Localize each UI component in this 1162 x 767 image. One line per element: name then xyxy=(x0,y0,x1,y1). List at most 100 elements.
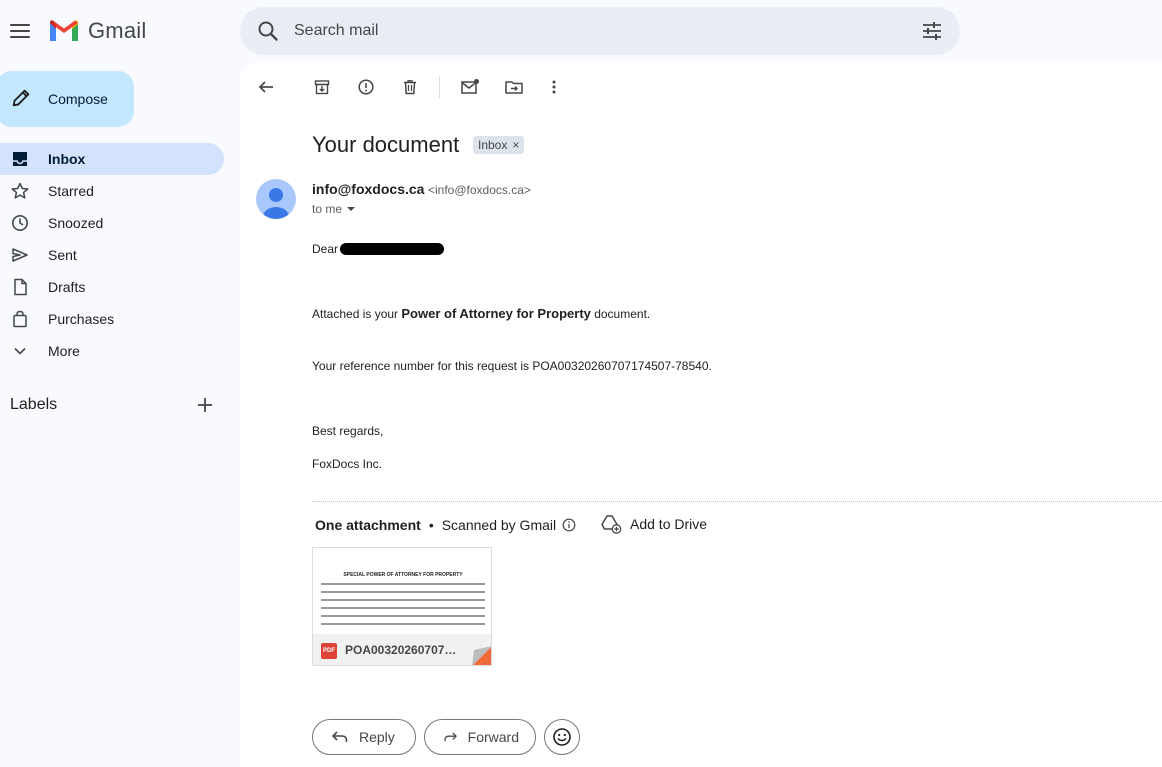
pdf-file-icon: PDF xyxy=(321,643,337,659)
mark-unread-icon xyxy=(461,79,479,94)
email-subject: Your document xyxy=(312,132,460,157)
delete-button[interactable] xyxy=(399,76,421,98)
sidebar-item-label: More xyxy=(48,343,80,359)
attachment-preview: SPECIAL POWER OF ATTORNEY FOR PROPERTY xyxy=(313,548,491,634)
recipient-text: to me xyxy=(312,202,343,216)
preview-line xyxy=(321,583,485,585)
recipient-details-toggle[interactable]: to me xyxy=(312,202,356,216)
preview-line xyxy=(321,599,485,601)
menu-bar xyxy=(10,36,30,38)
move-to-folder-icon xyxy=(505,81,523,94)
add-to-drive-label: Add to Drive xyxy=(630,516,708,532)
sidebar-item-label: Inbox xyxy=(48,151,86,167)
back-button[interactable] xyxy=(255,76,277,98)
sidebar-nav: Inbox Starred Snoozed Sent Drafts Purcha… xyxy=(0,143,224,367)
sidebar-item-label: Sent xyxy=(48,247,77,263)
report-spam-button[interactable] xyxy=(355,76,377,98)
label-chip-text: Inbox xyxy=(478,138,508,152)
email-greeting: Dear xyxy=(312,242,445,256)
preview-line xyxy=(321,591,485,593)
info-icon[interactable] xyxy=(562,518,576,532)
send-icon xyxy=(12,248,28,262)
preview-title: SPECIAL POWER OF ATTORNEY FOR PROPERTY xyxy=(343,572,463,578)
add-label-icon[interactable] xyxy=(196,396,214,414)
sidebar-item-sent[interactable]: Sent xyxy=(0,239,224,271)
email-line-reference: Your reference number for this request i… xyxy=(312,359,712,373)
sidebar-item-label: Purchases xyxy=(48,311,115,327)
main-menu-button[interactable] xyxy=(8,19,32,43)
add-to-drive-button[interactable]: Add to Drive xyxy=(600,514,707,534)
gmail-m-icon xyxy=(50,20,78,41)
email-line-attachment: Attached is your Power of Attorney for P… xyxy=(312,306,650,321)
document-type: Power of Attorney for Property xyxy=(401,306,591,321)
mark-unread-button[interactable] xyxy=(459,76,481,98)
greeting-text: Dear xyxy=(312,242,339,256)
move-to-button[interactable] xyxy=(503,76,525,98)
star-icon xyxy=(11,182,29,199)
sidebar-item-drafts[interactable]: Drafts xyxy=(0,271,224,303)
email-signature: FoxDocs Inc. xyxy=(312,457,383,471)
sidebar-item-label: Starred xyxy=(48,183,94,199)
inbox-label-chip[interactable]: Inbox × xyxy=(473,136,525,154)
reply-label: Reply xyxy=(359,729,395,745)
person-icon xyxy=(263,188,289,219)
email-closing: Best regards, xyxy=(312,424,384,438)
page-fold-icon xyxy=(472,646,491,665)
add-to-drive-icon xyxy=(601,515,622,534)
search-input[interactable] xyxy=(294,7,894,55)
chevron-down-icon xyxy=(14,347,26,355)
archive-button[interactable] xyxy=(311,76,333,98)
shopping-bag-icon xyxy=(13,310,27,328)
gmail-logo[interactable]: Gmail xyxy=(48,18,146,44)
forward-icon xyxy=(444,732,457,742)
gmail-wordmark: Gmail xyxy=(88,18,147,43)
scan-status: Scanned by Gmail xyxy=(441,517,557,533)
attachment-card[interactable]: SPECIAL POWER OF ATTORNEY FOR PROPERTY P… xyxy=(312,547,492,666)
labels-header: Labels xyxy=(10,394,220,416)
compose-button[interactable]: Compose xyxy=(0,71,134,127)
archive-icon xyxy=(314,80,330,95)
remove-label-icon[interactable]: × xyxy=(512,138,519,152)
sidebar-item-label: Drafts xyxy=(48,279,86,295)
reply-button[interactable]: Reply xyxy=(312,719,416,755)
toolbar-divider xyxy=(439,76,440,98)
line1-prefix: Attached is your xyxy=(312,307,402,321)
sender-avatar[interactable] xyxy=(256,179,296,219)
sidebar-item-snoozed[interactable]: Snoozed xyxy=(0,207,224,239)
attachments-header: One attachment • Scanned by Gmail xyxy=(315,517,576,533)
compose-label: Compose xyxy=(48,91,108,107)
reply-icon xyxy=(331,731,348,742)
preview-line xyxy=(321,615,485,617)
email-view: Your document Inbox × info@foxdocs.ca <i… xyxy=(240,63,1162,767)
line1-suffix: document. xyxy=(590,307,651,321)
inbox-icon xyxy=(13,152,27,166)
labels-heading: Labels xyxy=(10,396,58,413)
attachment-count: One attachment xyxy=(315,517,421,533)
smiley-icon xyxy=(553,728,571,746)
menu-bar xyxy=(10,24,30,26)
report-spam-icon xyxy=(358,79,374,95)
separator-dot: • xyxy=(428,517,434,533)
forward-button[interactable]: Forward xyxy=(424,719,536,755)
attachments-divider xyxy=(312,501,1162,502)
caret-down-icon xyxy=(347,207,356,211)
sidebar-item-purchases[interactable]: Purchases xyxy=(0,303,224,335)
attachment-filename: POA00320260707174507-78540.pdf xyxy=(345,643,463,657)
clock-icon xyxy=(12,215,28,231)
sender-email: <info@foxdocs.ca> xyxy=(428,183,531,197)
more-options-button[interactable] xyxy=(543,76,565,98)
sidebar-item-label: Snoozed xyxy=(48,215,104,231)
sidebar-item-inbox[interactable]: Inbox xyxy=(0,143,224,175)
sender-name: info@foxdocs.ca xyxy=(312,181,425,197)
emoji-reaction-button[interactable] xyxy=(544,719,580,755)
search-icon[interactable] xyxy=(256,19,280,43)
search-options-icon[interactable] xyxy=(920,19,944,43)
sidebar-item-more[interactable]: More xyxy=(0,335,224,367)
sidebar-item-starred[interactable]: Starred xyxy=(0,175,224,207)
draft-icon xyxy=(14,278,27,296)
forward-label: Forward xyxy=(467,729,519,745)
search-bar[interactable] xyxy=(240,7,960,55)
preview-line xyxy=(321,623,485,625)
arrow-back-icon xyxy=(258,81,273,93)
pencil-icon xyxy=(12,89,30,107)
